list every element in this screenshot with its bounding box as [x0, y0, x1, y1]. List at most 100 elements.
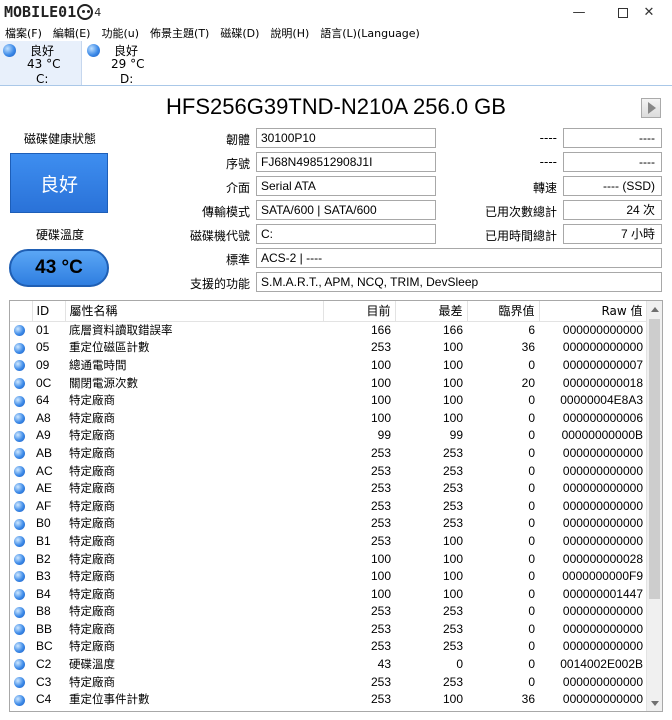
disk-title: HFS256G39TND-N210A 256.0 GB: [166, 94, 506, 119]
smart-table-grid: ID 屬性名稱 目前 最差 臨界值 Raw 值 01 底層資料讀取錯誤率 166 16…: [10, 301, 648, 708]
row-raw: 000000000000: [562, 604, 643, 619]
row-worst: 253: [442, 463, 463, 478]
row-status-cell: [10, 655, 32, 673]
menu-theme[interactable]: 佈景主題(T): [150, 25, 209, 41]
table-row[interactable]: C4 重定位事件計數 253 100 36 000000000000: [10, 690, 647, 708]
table-row[interactable]: A9 特定廠商 99 99 0 00000000000B: [10, 427, 647, 445]
table-row[interactable]: B2 特定廠商 100 100 0 000000000028: [10, 550, 647, 568]
table-row[interactable]: 01 底層資料讀取錯誤率 166 166 6 000000000000: [10, 321, 647, 339]
row-worst: 100: [442, 551, 463, 566]
features-value: S.M.A.R.T., APM, NCQ, TRIM, DevSleep: [256, 272, 662, 292]
table-row[interactable]: BB 特定廠商 253 253 0 000000000000: [10, 620, 647, 638]
status-dot-icon: [14, 430, 25, 442]
status-dot-icon: [14, 641, 25, 653]
row-id: B2: [36, 551, 51, 566]
health-status-button[interactable]: 良好: [10, 153, 108, 213]
logo-version: 4: [94, 5, 102, 19]
row-threshold: 0: [528, 410, 535, 425]
scroll-thumb[interactable]: [649, 319, 660, 599]
row-id: AE: [36, 481, 53, 496]
row-attribute-name: 特定廠商: [69, 533, 115, 548]
row-threshold: 36: [521, 692, 535, 707]
row-attribute-name: 總通電時間: [69, 357, 127, 372]
next-disk-button[interactable]: [641, 98, 661, 118]
table-row[interactable]: BC 特定廠商 253 253 0 000000000000: [10, 638, 647, 656]
table-row[interactable]: C2 硬碟溫度 43 0 0 0014002E002B: [10, 655, 647, 673]
status-dot-icon: [14, 677, 25, 688]
row-threshold: 0: [528, 674, 535, 689]
status-dot-icon: [14, 571, 25, 583]
row-threshold: 0: [528, 569, 535, 584]
row-attribute-name: 硬碟溫度: [69, 657, 115, 672]
row-current: 253: [370, 639, 391, 654]
status-dot-icon: [14, 694, 25, 706]
col-header-attribute[interactable]: 屬性名稱: [65, 301, 324, 322]
row-threshold: 0: [528, 533, 535, 548]
menu-language[interactable]: 語言(L)(Language): [320, 25, 420, 41]
row-current: 100: [370, 569, 391, 584]
col-header-status[interactable]: [10, 301, 33, 322]
table-row[interactable]: A8 特定廠商 100 100 0 000000000006: [10, 409, 647, 427]
status-dot-icon: [14, 413, 25, 425]
col-header-id[interactable]: ID: [32, 301, 66, 322]
table-row[interactable]: B4 特定廠商 100 100 0 000000001447: [10, 585, 647, 603]
menu-help[interactable]: 說明(H): [270, 25, 309, 41]
row-attribute-name: 重定位磁區計數: [69, 340, 150, 355]
row-current: 253: [370, 445, 391, 460]
status-dot-icon: [14, 624, 25, 636]
table-row[interactable]: B8 特定廠商 253 253 0 000000000000: [10, 603, 647, 621]
row-attribute-name: 特定廠商: [69, 516, 115, 531]
standard-label: 標準: [225, 253, 250, 267]
drive-bar: 良好 43 °C C: 良好 29 °C D:: [0, 41, 672, 86]
table-row[interactable]: 0C 關閉電源次數 100 100 20 000000000018: [10, 374, 647, 392]
menu-edit[interactable]: 編輯(E): [53, 25, 91, 41]
row-worst: 253: [442, 674, 463, 689]
col-header-current[interactable]: 目前: [323, 301, 396, 322]
row-status-cell: [10, 673, 32, 691]
row-id: C2: [36, 657, 52, 672]
drive-tab-c[interactable]: 良好 43 °C C:: [0, 41, 82, 86]
menu-disk[interactable]: 磁碟(D): [220, 25, 259, 41]
scroll-down-icon[interactable]: [647, 695, 662, 711]
menu-file[interactable]: 檔案(F): [5, 25, 42, 41]
table-row[interactable]: AC 特定廠商 253 253 0 000000000000: [10, 462, 647, 480]
row-threshold: 0: [528, 357, 535, 372]
scroll-up-icon[interactable]: [647, 301, 662, 317]
table-scrollbar[interactable]: [646, 301, 662, 711]
minimize-button[interactable]: —: [556, 0, 602, 25]
col-header-raw[interactable]: Raw 值: [539, 301, 648, 322]
col-header-threshold[interactable]: 臨界值: [467, 301, 540, 322]
table-row[interactable]: AF 特定廠商 253 253 0 000000000000: [10, 497, 647, 515]
row-worst: 100: [442, 375, 463, 390]
row-id: AB: [36, 445, 53, 460]
table-row[interactable]: B0 特定廠商 253 253 0 000000000000: [10, 515, 647, 533]
table-row[interactable]: AE 特定廠商 253 253 0 000000000000: [10, 479, 647, 497]
row-status-cell: [10, 427, 32, 445]
blank-value-1: ----: [563, 128, 662, 148]
row-attribute-name: 特定廠商: [69, 445, 115, 460]
temperature-badge[interactable]: 43 °C: [9, 249, 109, 287]
row-raw: 000000000000: [562, 481, 643, 496]
table-row[interactable]: B3 特定廠商 100 100 0 0000000000F9: [10, 567, 647, 585]
smart-table[interactable]: ID 屬性名稱 目前 最差 臨界值 Raw 值 01 底層資料讀取錯誤率 166 16…: [9, 300, 663, 712]
interface-label: 介面: [225, 181, 250, 195]
table-row[interactable]: 64 特定廠商 100 100 0 00000004E8A3: [10, 391, 647, 409]
table-row[interactable]: 05 重定位磁區計數 253 100 36 000000000000: [10, 339, 647, 357]
col-header-worst[interactable]: 最差: [395, 301, 468, 322]
row-threshold: 0: [528, 516, 535, 531]
close-button[interactable]: ✕: [626, 0, 672, 25]
table-row[interactable]: AB 特定廠商 253 253 0 000000000000: [10, 444, 647, 462]
status-dot-icon: [14, 518, 25, 530]
row-attribute-name: 特定廠商: [69, 463, 115, 478]
table-row[interactable]: C3 特定廠商 253 253 0 000000000000: [10, 673, 647, 691]
table-row[interactable]: B1 特定廠商 253 100 0 000000000000: [10, 532, 647, 550]
drive-tab-d[interactable]: 良好 29 °C D:: [84, 41, 166, 86]
title-bar: MOBILE01 4 — ✕: [0, 0, 672, 25]
table-row[interactable]: 09 總通電時間 100 100 0 000000000007: [10, 356, 647, 374]
row-current: 100: [370, 410, 391, 425]
row-threshold: 36: [521, 340, 535, 355]
row-worst: 100: [442, 410, 463, 425]
menu-function[interactable]: 功能(u): [101, 25, 139, 41]
status-dot-icon: [14, 659, 25, 671]
row-raw: 000000000000: [562, 516, 643, 531]
